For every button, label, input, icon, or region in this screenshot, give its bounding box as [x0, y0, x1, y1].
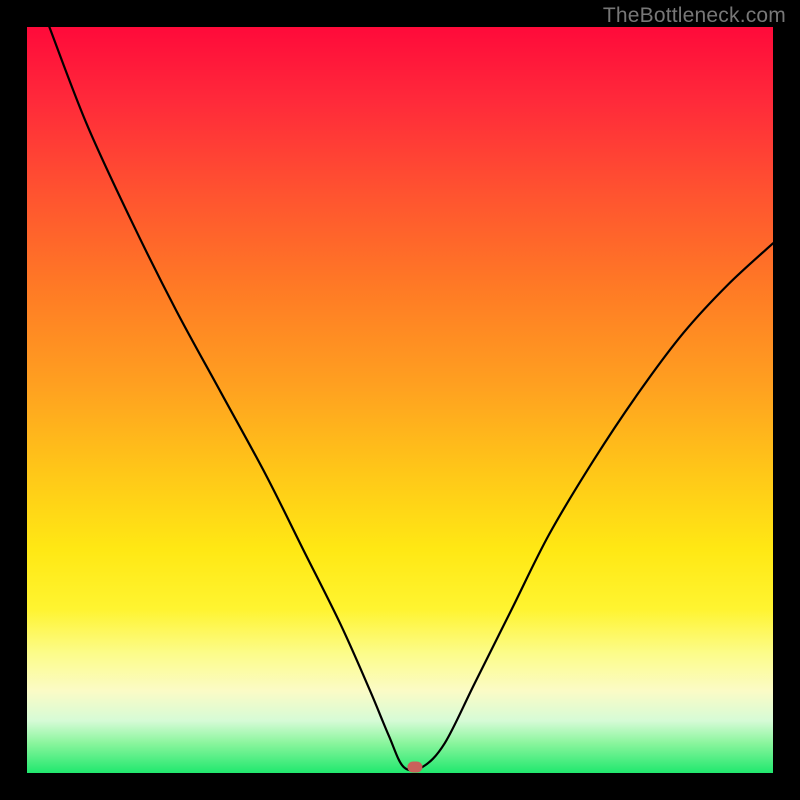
watermark-text: TheBottleneck.com [603, 4, 786, 28]
curve-line [49, 27, 773, 770]
plot-area [27, 27, 773, 773]
optimal-marker [408, 762, 422, 772]
chart-frame: TheBottleneck.com [0, 0, 800, 800]
bottleneck-curve [27, 27, 773, 773]
